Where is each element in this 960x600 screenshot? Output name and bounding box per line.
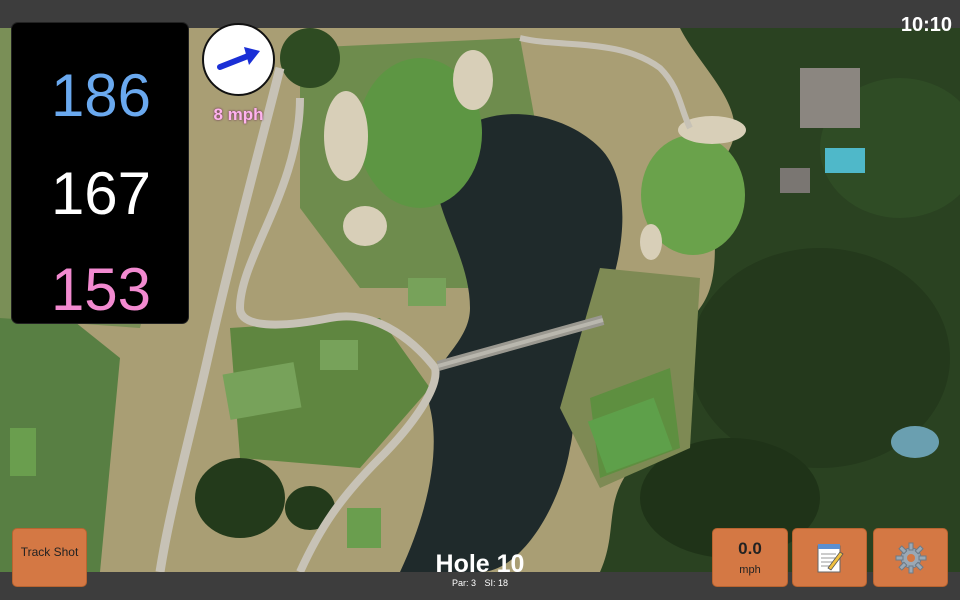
speed-unit: mph <box>739 564 761 576</box>
notepad-icon <box>817 543 844 572</box>
wind-indicator <box>202 23 275 96</box>
settings-button[interactable] <box>873 528 948 587</box>
distance-panel: 186 167 153 <box>11 22 189 324</box>
speed-button[interactable]: 0.0 mph <box>712 528 788 587</box>
track-shot-button[interactable]: Track Shot <box>12 528 87 587</box>
hole-stroke-index: SI: 18 <box>484 578 509 588</box>
hole-meta: Par: 3 SI: 18 <box>380 578 580 588</box>
hole-par: Par: 3 <box>451 578 476 588</box>
back-distance: 186 <box>50 62 152 129</box>
hole-title: Hole 10 <box>435 550 525 578</box>
notes-button[interactable] <box>792 528 867 587</box>
middle-distance: 167 <box>50 160 152 227</box>
gear-icon <box>895 542 926 573</box>
front-distance: 153 <box>50 256 152 323</box>
wind-speed: 8 mph <box>213 105 264 124</box>
speed-value: 0.0 <box>738 539 762 558</box>
wind-arrow-icon <box>217 47 260 70</box>
clock: 10:10 <box>900 14 952 36</box>
